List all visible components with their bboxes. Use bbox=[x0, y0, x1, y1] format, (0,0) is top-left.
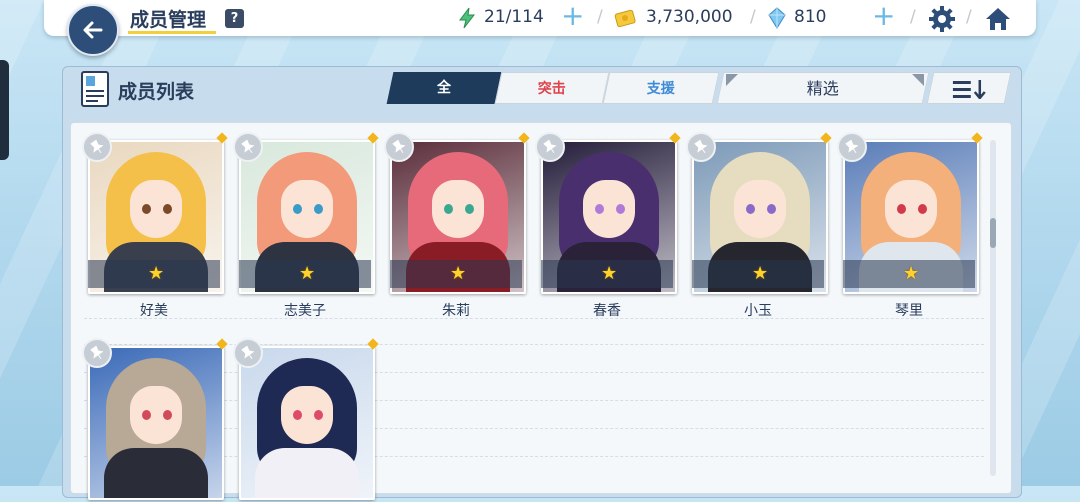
character-eye bbox=[293, 204, 302, 214]
character-face bbox=[885, 180, 937, 238]
character-face bbox=[583, 180, 635, 238]
character-eye bbox=[616, 204, 625, 214]
character-eye bbox=[163, 204, 172, 214]
character-eye bbox=[595, 204, 604, 214]
credits-icon bbox=[614, 9, 636, 28]
character-eye bbox=[767, 204, 776, 214]
student-name: 好美 bbox=[140, 303, 168, 319]
star-rating: ★ bbox=[843, 260, 975, 288]
character-eye bbox=[142, 410, 151, 420]
star-rating: ★ bbox=[239, 260, 371, 288]
star-rating: ★ bbox=[541, 260, 673, 288]
star-icon: ★ bbox=[601, 263, 618, 284]
student-card[interactable] bbox=[82, 338, 228, 502]
filter-button[interactable]: 精选 bbox=[716, 72, 930, 104]
student-name: 小玉 bbox=[744, 303, 772, 319]
pin-icon[interactable] bbox=[233, 132, 263, 162]
pin-icon[interactable] bbox=[233, 338, 263, 368]
star-icon: ★ bbox=[148, 263, 165, 284]
student-card[interactable]: ★ bbox=[686, 132, 832, 296]
character-eye bbox=[746, 204, 755, 214]
character-outfit bbox=[255, 448, 359, 498]
sort-list-icon bbox=[952, 80, 986, 99]
student-portrait bbox=[239, 346, 375, 500]
student-card[interactable]: ★ bbox=[837, 132, 983, 296]
student-card[interactable]: ★ bbox=[82, 132, 228, 296]
character-eye bbox=[444, 204, 453, 214]
pin-icon[interactable] bbox=[686, 132, 716, 162]
character-face bbox=[281, 386, 333, 444]
sort-button[interactable] bbox=[926, 72, 1012, 104]
separator: / bbox=[597, 7, 603, 27]
student-name: 春香 bbox=[593, 303, 621, 319]
pin-icon[interactable] bbox=[384, 132, 414, 162]
page-title: 成员管理 bbox=[130, 9, 207, 31]
ap-add-button[interactable]: + bbox=[561, 2, 584, 30]
character-face bbox=[130, 386, 182, 444]
character-eye bbox=[314, 410, 323, 420]
back-arrow-icon bbox=[83, 21, 103, 39]
character-eye bbox=[142, 204, 151, 214]
star-rating: ★ bbox=[390, 260, 522, 288]
tab-special[interactable]: 支援 bbox=[602, 72, 720, 104]
character-eye bbox=[918, 204, 927, 214]
star-icon: ★ bbox=[903, 263, 920, 284]
character-eye bbox=[293, 410, 302, 420]
help-button[interactable]: ? bbox=[225, 9, 244, 28]
student-card[interactable] bbox=[233, 338, 379, 502]
pin-icon[interactable] bbox=[82, 338, 112, 368]
separator: / bbox=[966, 7, 972, 27]
student-name: 志美子 bbox=[284, 303, 326, 319]
character-face bbox=[734, 180, 786, 238]
star-rating: ★ bbox=[88, 260, 220, 288]
gem-icon bbox=[768, 7, 786, 29]
tab-all[interactable]: 全 bbox=[386, 72, 502, 104]
character-face bbox=[130, 180, 182, 238]
filter-dropdown-icon bbox=[912, 74, 924, 86]
student-portrait bbox=[88, 346, 224, 500]
pin-icon[interactable] bbox=[82, 132, 112, 162]
student-card[interactable]: ★ bbox=[384, 132, 530, 296]
separator: / bbox=[910, 7, 916, 27]
tab-striker[interactable]: 突击 bbox=[494, 72, 610, 104]
star-icon: ★ bbox=[450, 263, 467, 284]
gem-count: 810 bbox=[794, 7, 827, 27]
pin-icon[interactable] bbox=[837, 132, 867, 162]
star-icon: ★ bbox=[299, 263, 316, 284]
character-eye bbox=[465, 204, 474, 214]
device-notch bbox=[0, 60, 9, 160]
character-eye bbox=[163, 410, 172, 420]
star-rating: ★ bbox=[692, 260, 824, 288]
scrollbar[interactable] bbox=[990, 140, 996, 476]
character-eye bbox=[314, 204, 323, 214]
character-face bbox=[281, 180, 333, 238]
credits-count: 3,730,000 bbox=[646, 7, 733, 27]
student-name: 琴里 bbox=[895, 303, 923, 319]
student-card[interactable]: ★ bbox=[233, 132, 379, 296]
panel-title: 成员列表 bbox=[118, 81, 195, 103]
ap-count: 21/114 bbox=[484, 7, 544, 27]
filter-corner-icon bbox=[726, 74, 738, 86]
character-face bbox=[432, 180, 484, 238]
member-list-icon bbox=[81, 71, 109, 107]
gem-add-button[interactable]: + bbox=[872, 2, 895, 30]
character-outfit bbox=[104, 448, 208, 498]
ap-lightning-icon bbox=[459, 7, 476, 29]
student-name: 朱莉 bbox=[442, 303, 470, 319]
scroll-thumb[interactable] bbox=[990, 218, 996, 248]
star-icon: ★ bbox=[752, 263, 769, 284]
student-card[interactable]: ★ bbox=[535, 132, 681, 296]
character-eye bbox=[897, 204, 906, 214]
back-button[interactable] bbox=[67, 4, 119, 56]
pin-icon[interactable] bbox=[535, 132, 565, 162]
settings-gear-icon[interactable] bbox=[928, 5, 956, 33]
separator: / bbox=[750, 7, 756, 27]
home-icon[interactable] bbox=[984, 5, 1012, 33]
title-underline bbox=[128, 31, 216, 34]
